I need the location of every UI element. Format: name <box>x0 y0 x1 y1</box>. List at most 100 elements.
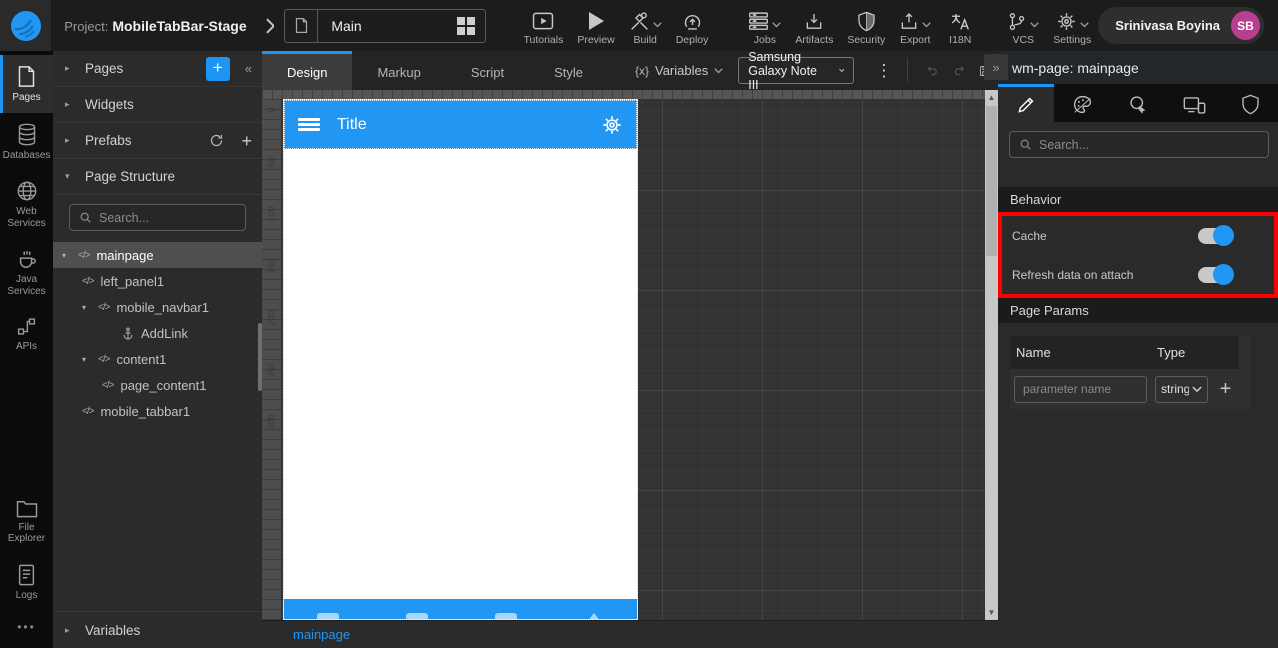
section-variables[interactable]: ▸ Variables <box>53 611 262 648</box>
tab-properties[interactable] <box>998 84 1054 122</box>
structure-search-input[interactable] <box>99 210 236 225</box>
mobile-tabbar-widget[interactable] <box>284 599 637 619</box>
tabbar-icon-stub <box>317 613 339 619</box>
tree-item-page-content1[interactable]: </> page_content1 <box>53 372 262 398</box>
device-selector[interactable]: Samsung Galaxy Note III <box>738 50 855 92</box>
page-params-section-header[interactable]: Page Params <box>998 298 1278 323</box>
undo-icon[interactable] <box>926 60 939 81</box>
expand-panel-icon[interactable]: » <box>984 54 1008 80</box>
code-widget-icon: </> <box>102 379 115 391</box>
sidebar-item-apis[interactable]: APIs <box>0 306 53 362</box>
security-button[interactable]: Security <box>840 5 892 46</box>
export-button[interactable]: Export <box>892 5 938 46</box>
add-param-button[interactable]: + <box>1212 369 1239 409</box>
pages-icon <box>18 66 35 87</box>
variables-dropdown[interactable]: {x} Variables <box>635 51 723 90</box>
sidebar-item-logs[interactable]: Logs <box>0 554 53 611</box>
tabbar-icon-stub <box>584 613 604 619</box>
chevron-down-icon <box>1080 22 1089 28</box>
tab-styles[interactable] <box>1054 84 1110 122</box>
page-tab-mainpage[interactable]: mainpage <box>293 627 350 642</box>
section-page-structure[interactable]: ▾ Page Structure <box>53 159 262 195</box>
app-logo[interactable] <box>0 0 52 51</box>
horizontal-ruler <box>262 90 985 99</box>
tab-events[interactable] <box>1110 84 1166 122</box>
caret-right-icon: ▸ <box>65 624 70 635</box>
sidebar-item-pages[interactable]: Pages <box>0 55 53 113</box>
more-options-icon[interactable]: ••• <box>0 610 53 648</box>
page-params-table: Name Type string + <box>1010 336 1251 409</box>
hamburger-menu-icon[interactable] <box>298 116 320 133</box>
tree-item-addlink[interactable]: AddLink <box>53 320 262 346</box>
tree-item-mobile-tabbar1[interactable]: </> mobile_tabbar1 <box>53 398 262 424</box>
refresh-icon[interactable] <box>209 133 224 148</box>
redo-icon[interactable] <box>953 60 966 81</box>
user-menu[interactable]: Srinivasa Boyina SB <box>1098 7 1264 44</box>
sidebar-item-databases[interactable]: Databases <box>0 113 53 171</box>
tree-item-mobile-navbar1[interactable]: ▾ </> mobile_navbar1 <box>53 294 262 320</box>
navbar-title[interactable]: Title <box>337 116 367 134</box>
sidebar-item-file-explorer[interactable]: File Explorer <box>0 489 53 554</box>
tab-devices[interactable] <box>1166 84 1222 122</box>
tree-item-mainpage[interactable]: ▾ </> mainpage <box>53 242 262 268</box>
refresh-data-toggle[interactable] <box>1198 264 1234 285</box>
section-prefabs[interactable]: ▸ Prefabs + <box>53 123 262 159</box>
param-type-select[interactable]: string <box>1155 375 1208 403</box>
tutorials-button[interactable]: Tutorials <box>516 5 570 46</box>
section-pages[interactable]: ▸ Pages + « <box>53 51 262 87</box>
scroll-up-icon[interactable]: ▲ <box>988 90 996 105</box>
tree-item-content1[interactable]: ▾ </> content1 <box>53 346 262 372</box>
more-menu-icon[interactable]: ⋮ <box>871 61 896 81</box>
page-file-icon <box>285 9 319 42</box>
explorer-scrollbar-thumb[interactable] <box>258 323 262 391</box>
tab-script[interactable]: Script <box>446 51 529 90</box>
caret-down-icon[interactable]: ▾ <box>82 355 98 364</box>
chevron-down-icon <box>772 22 782 28</box>
param-name-input[interactable] <box>1014 375 1147 403</box>
sidebar-item-java-services[interactable]: Java Services <box>0 238 53 306</box>
deploy-button[interactable]: Deploy <box>669 5 716 46</box>
jobs-button[interactable]: Jobs <box>741 5 788 46</box>
cache-toggle[interactable] <box>1198 225 1234 246</box>
properties-panel: » wm-page: mainpage Behavior Cache <box>984 51 1278 648</box>
page-selector[interactable]: Main <box>284 8 487 43</box>
gear-icon <box>1057 12 1075 30</box>
chevron-down-icon <box>838 68 845 73</box>
sidebar-item-web-services[interactable]: Web Services <box>0 170 53 238</box>
mobile-navbar-widget[interactable]: Title <box>284 100 637 149</box>
tab-security[interactable] <box>1222 84 1278 122</box>
build-button[interactable]: Build <box>622 5 669 46</box>
caret-down-icon[interactable]: ▾ <box>62 251 78 260</box>
i18n-button[interactable]: I18N <box>938 5 982 46</box>
preview-button[interactable]: Preview <box>570 5 621 46</box>
add-prefab-icon[interactable]: + <box>241 132 252 150</box>
artifacts-button[interactable]: Artifacts <box>788 5 840 46</box>
behavior-section-header[interactable]: Behavior <box>998 187 1278 212</box>
tab-markup[interactable]: Markup <box>352 51 445 90</box>
navbar-gear-icon[interactable] <box>601 114 623 136</box>
phone-preview[interactable]: Title <box>283 99 638 620</box>
vcs-button[interactable]: VCS <box>1000 5 1046 46</box>
search-icon <box>1020 139 1031 150</box>
collapse-panel-icon[interactable]: « <box>245 61 252 76</box>
open-pages-bar: mainpage <box>262 620 998 648</box>
breadcrumb-chevron-icon[interactable] <box>265 18 275 34</box>
tab-style[interactable]: Style <box>529 51 608 90</box>
column-header-type: Type <box>1151 336 1212 369</box>
section-widgets[interactable]: ▸ Widgets <box>53 87 262 123</box>
activity-spacer <box>0 362 53 489</box>
design-canvas: 0 50 100 150 200 250 300 Title ▲ ▼ <box>262 90 998 620</box>
caret-down-icon[interactable]: ▾ <box>82 303 98 312</box>
grid-icon[interactable] <box>457 16 476 35</box>
properties-search-input[interactable] <box>1039 137 1259 152</box>
tree-item-left-panel1[interactable]: </> left_panel1 <box>53 268 262 294</box>
vertical-ruler: 0 50 100 150 200 250 300 <box>262 99 281 620</box>
tab-design[interactable]: Design <box>262 51 353 90</box>
canvas-scrollbar-thumb[interactable] <box>986 106 997 256</box>
scroll-down-icon[interactable]: ▼ <box>988 605 996 620</box>
settings-button[interactable]: Settings <box>1046 5 1098 46</box>
cache-property-row: Cache <box>1002 216 1274 255</box>
log-file-icon <box>18 564 35 585</box>
properties-panel-header: » wm-page: mainpage <box>984 51 1278 84</box>
add-page-button[interactable]: + <box>205 56 230 81</box>
